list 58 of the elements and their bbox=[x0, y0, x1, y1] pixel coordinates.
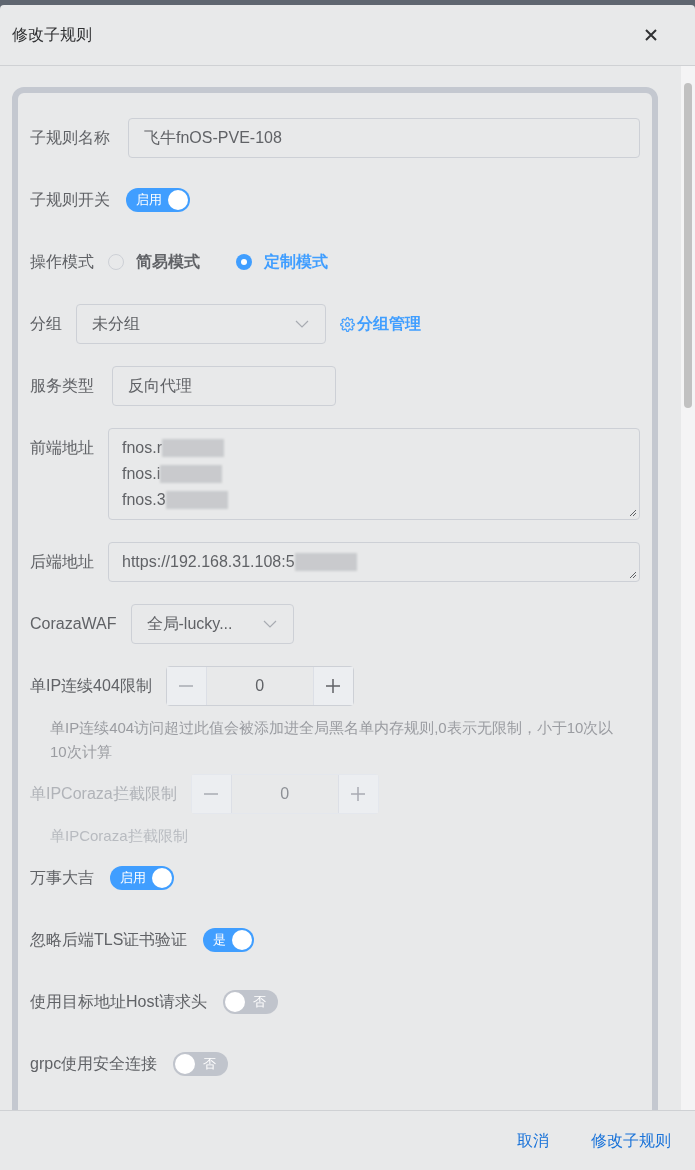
toggle-switch[interactable]: 是 bbox=[203, 928, 255, 952]
settings-icon bbox=[340, 316, 355, 332]
help-text: 单IP连续404访问超过此值会被添加进全局黑名单内存规则,0表示无限制，小于10次以10次计算 bbox=[49, 718, 615, 762]
text-field[interactable]: 飞牛fnOS-PVE-108 bbox=[128, 118, 640, 158]
address-line: fnos.r bbox=[122, 438, 162, 458]
dropdown[interactable]: 未分组 bbox=[76, 304, 326, 344]
resize-handle-icon bbox=[629, 509, 637, 517]
field-label: 万事大吉 bbox=[30, 868, 94, 888]
text-area[interactable]: https://192.168.31.108:5 bbox=[108, 542, 640, 582]
field-label: grpc使用安全连接 bbox=[30, 1054, 158, 1074]
switch-knob bbox=[224, 992, 245, 1012]
field-label: 忽略后端TLS证书验证 bbox=[30, 930, 188, 950]
toggle-switch[interactable]: 启用 bbox=[110, 866, 174, 890]
radio-option[interactable]: 定制模式 bbox=[236, 250, 328, 274]
chevron-down-icon bbox=[295, 320, 309, 328]
switch-knob bbox=[152, 868, 172, 888]
resize-handle-icon bbox=[629, 571, 637, 579]
blurred-region bbox=[160, 465, 223, 483]
field-label: CorazaWAF bbox=[30, 614, 117, 634]
dialog-title: 修改子规则 bbox=[12, 25, 92, 45]
minus-button[interactable] bbox=[166, 667, 207, 705]
blurred-region bbox=[162, 439, 224, 457]
number-value: 0 bbox=[254, 676, 266, 696]
footer-button[interactable]: 取消 bbox=[517, 1128, 549, 1153]
address-line: fnos.3 bbox=[122, 490, 166, 510]
field-label: 单IPCoraza拦截限制 bbox=[30, 784, 177, 804]
dropdown[interactable]: 全局-lucky... bbox=[130, 604, 294, 644]
group-manage-link[interactable]: 分组管理 bbox=[340, 312, 421, 336]
field-label: 使用目标地址Host请求头 bbox=[30, 992, 207, 1012]
radio-option[interactable]: 简易模式 bbox=[108, 250, 200, 274]
field-label: 子规则开关 bbox=[30, 190, 110, 210]
switch-knob bbox=[175, 1054, 196, 1074]
field-label: 单IP连续404限制 bbox=[30, 676, 152, 696]
text-field[interactable]: 反向代理 bbox=[112, 366, 336, 406]
footer-button[interactable]: 修改子规则 bbox=[591, 1128, 671, 1153]
address-line: https://192.168.31.108:5 bbox=[122, 552, 295, 572]
minus-icon bbox=[179, 685, 194, 687]
field-label: 前端地址 bbox=[30, 439, 94, 456]
address-line: fnos.i bbox=[122, 464, 161, 484]
number-stepper[interactable]: 0 bbox=[165, 666, 354, 706]
chevron-down-icon bbox=[262, 620, 277, 628]
minus-icon bbox=[204, 793, 219, 795]
toggle-switch[interactable]: 启用 bbox=[126, 188, 190, 212]
text-area[interactable]: fnos.r fnos.i fnos.3 bbox=[108, 428, 640, 520]
field-label: 分组 bbox=[30, 314, 62, 334]
switch-knob bbox=[232, 930, 253, 950]
plus-icon bbox=[351, 787, 366, 801]
switch-knob bbox=[168, 190, 188, 210]
field-label: 后端地址 bbox=[30, 553, 94, 570]
plus-icon bbox=[326, 679, 341, 693]
number-value: 0 bbox=[279, 784, 291, 804]
blurred-region bbox=[294, 553, 357, 571]
field-label: 服务类型 bbox=[30, 376, 94, 396]
field-label: 操作模式 bbox=[30, 252, 94, 272]
plus-button[interactable] bbox=[312, 667, 353, 705]
blurred-region bbox=[165, 491, 228, 509]
close-icon[interactable] bbox=[645, 29, 657, 41]
field-label: 子规则名称 bbox=[30, 128, 110, 148]
